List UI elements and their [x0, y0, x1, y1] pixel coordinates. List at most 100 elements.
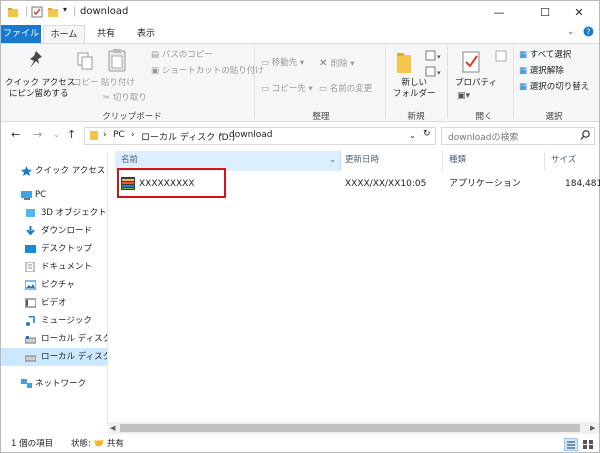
tab-file[interactable]: ファイル [1, 25, 41, 43]
select-none-button[interactable]: ▦ 選択解除 [519, 66, 564, 77]
invert-selection-button[interactable]: ▦ 選択の切り替え [519, 82, 589, 93]
nav-desktop[interactable]: デスクトップ [1, 240, 107, 258]
delete-x-icon: ✕ [319, 58, 331, 69]
qat-dropdown-icon[interactable]: ▾ [63, 5, 67, 14]
nav-network[interactable]: ネットワーク [1, 375, 107, 393]
large-icons-view-button[interactable] [581, 438, 595, 451]
search-box[interactable]: downloadの検索 [441, 127, 595, 145]
copy-path-label: パスのコピー [161, 50, 213, 60]
nav-label: ネットワーク [35, 379, 87, 389]
title-bar: | ▾ | download — ☐ ✕ [1, 1, 599, 25]
nav-quick-access[interactable]: クイック アクセス [1, 162, 107, 180]
column-type[interactable]: 種類 [449, 151, 466, 171]
breadcrumb-separator: › [103, 130, 107, 140]
column-dropdown-icon[interactable]: ⌄ [329, 151, 336, 169]
properties-icon [461, 50, 483, 77]
pin-quick-access-button[interactable]: クイック アクセス にピン留めする [5, 78, 75, 100]
help-icon[interactable]: ? [583, 26, 594, 40]
horizontal-scrollbar[interactable]: ◀ ▶ [108, 422, 599, 434]
documents-icon [25, 262, 35, 272]
address-bar[interactable]: › PC › ローカル ディスク (D:) › download ⌄ ↻ [84, 127, 436, 145]
nav-3d-objects[interactable]: 3D オブジェクト [1, 204, 107, 222]
new-item-icon[interactable]: ▾ [425, 50, 443, 65]
open-icon[interactable] [495, 50, 507, 65]
paste-shortcut-button[interactable]: ▣ ショートカットの貼り付け [151, 66, 264, 77]
rename-button[interactable]: ▭ 名前の変更 [319, 84, 372, 95]
nav-pc[interactable]: PC [1, 186, 107, 204]
copy-to-label: コピー先 ▾ [271, 84, 313, 94]
group-open-label: 開く [475, 112, 493, 122]
breadcrumb-download[interactable]: download [229, 130, 273, 140]
minimize-button[interactable]: — [477, 1, 521, 25]
nav-local-disk-c[interactable]: ローカル ディスク (C [1, 330, 107, 348]
ribbon: クイック アクセス にピン留めする コピー 貼り付け ✂ 切り取り ▤ パスのコ… [1, 43, 599, 122]
column-divider[interactable] [544, 151, 545, 171]
copy-path-button[interactable]: ▤ パスのコピー [151, 50, 213, 61]
ribbon-separator [254, 47, 255, 119]
star-icon [21, 166, 32, 176]
nav-documents[interactable]: ドキュメント [1, 258, 107, 276]
nav-music[interactable]: ミュージック [1, 312, 107, 330]
nav-label: ビデオ [41, 298, 67, 308]
tab-view[interactable]: 表示 [129, 25, 163, 43]
rename-icon: ▭ [319, 84, 330, 94]
tab-home[interactable]: ホーム [43, 25, 85, 43]
new-folder-icon[interactable] [47, 6, 59, 21]
group-new-label: 新規 [407, 112, 425, 122]
pin-icon [27, 50, 45, 73]
nav-downloads[interactable]: ダウンロード [1, 222, 107, 240]
paste-button[interactable]: 貼り付け [101, 78, 135, 89]
column-size[interactable]: サイズ [551, 151, 576, 171]
details-view-button[interactable] [564, 438, 578, 451]
copy-to-button[interactable]: ▭ コピー先 ▾ [261, 84, 313, 95]
nav-pictures[interactable]: ピクチャ [1, 276, 107, 294]
close-button[interactable]: ✕ [557, 1, 600, 25]
up-button[interactable]: ↑ [67, 128, 76, 141]
breadcrumb-pc[interactable]: PC [113, 130, 125, 140]
status-bar: 1 個の項目 状態: 🤝 共有 [1, 435, 599, 453]
properties-button[interactable]: プロパティ [455, 78, 497, 89]
explorer-window: | ▾ | download — ☐ ✕ ファイル ホーム 共有 表示 ⌄ ? … [0, 0, 600, 453]
scissors-icon: ✂ [103, 93, 113, 103]
delete-button[interactable]: ✕ 削除 ▾ [319, 58, 355, 70]
cut-button[interactable]: ✂ 切り取り [103, 93, 147, 104]
copy-path-icon: ▤ [151, 50, 162, 60]
recent-dropdown-icon[interactable]: ⌄ [53, 130, 60, 139]
move-to-button[interactable]: ▭ 移動先 ▾ [261, 58, 304, 69]
nav-videos[interactable]: ビデオ [1, 294, 107, 312]
drive-icon [25, 336, 36, 344]
search-icon[interactable] [580, 129, 590, 144]
invert-selection-icon: ▦ [519, 82, 530, 92]
nav-label: ドキュメント [41, 262, 93, 272]
drive-icon [25, 355, 36, 362]
forward-button[interactable]: → [33, 128, 42, 141]
ribbon-separator [513, 47, 514, 119]
column-divider[interactable] [442, 151, 443, 171]
nav-label: クイック アクセス [35, 166, 106, 176]
nav-label: ミュージック [41, 316, 92, 326]
file-size: 184,481 [565, 179, 600, 189]
copy-button[interactable]: コピー [73, 78, 99, 89]
desktop-icon [25, 245, 36, 253]
address-dropdown-icon[interactable]: ⌄ [409, 131, 416, 140]
ribbon-separator [385, 47, 386, 119]
nav-local-disk-d[interactable]: ローカル ディスク (D [1, 348, 107, 366]
properties-icon[interactable] [31, 6, 43, 21]
new-folder-button[interactable]: 新しい フォルダー [393, 78, 436, 100]
scroll-left-icon[interactable]: ◀ [110, 422, 115, 434]
ribbon-expand-icon[interactable]: ⌄ [567, 27, 575, 37]
new-folder-icon [395, 50, 417, 77]
refresh-icon[interactable]: ↻ [423, 129, 431, 139]
qat-separator: | [25, 6, 29, 17]
easy-access-icon[interactable]: ▾ [425, 66, 443, 81]
select-all-button[interactable]: ▦ すべて選択 [519, 50, 571, 61]
pane-splitter[interactable] [107, 151, 108, 423]
ribbon-separator [447, 47, 448, 119]
tab-share[interactable]: 共有 [89, 25, 123, 43]
svg-text:▾: ▾ [437, 69, 441, 77]
properties-dropdown-icon[interactable]: ▣▾ [457, 91, 470, 101]
scrollbar-thumb[interactable] [120, 424, 580, 432]
scroll-right-icon[interactable]: ▶ [590, 422, 595, 434]
column-modified[interactable]: 更新日時 [345, 151, 379, 171]
back-button[interactable]: ← [11, 128, 20, 141]
